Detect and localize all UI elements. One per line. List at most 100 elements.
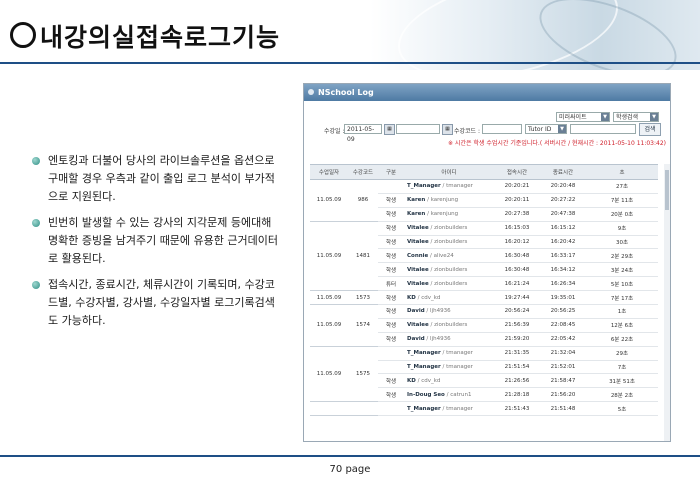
user-login: tmanager bbox=[446, 364, 473, 371]
start-time-cell: 16:20:12 bbox=[494, 235, 540, 250]
code-cell: 986 bbox=[348, 179, 378, 222]
calendar-icon[interactable]: ▦ bbox=[442, 124, 453, 135]
bullet-icon bbox=[32, 219, 40, 227]
code-cell: 1574 bbox=[348, 304, 378, 347]
window-titlebar: NSchool Log bbox=[304, 84, 670, 101]
end-time-cell: 21:56:20 bbox=[540, 387, 586, 403]
date-cell: 11.05.09 bbox=[310, 179, 348, 222]
start-time-cell: 21:31:35 bbox=[494, 346, 540, 361]
search-input[interactable] bbox=[570, 124, 636, 134]
duration-cell: 7분 11초 bbox=[586, 193, 658, 208]
tutor-select[interactable]: Tutor ID ▼ bbox=[525, 124, 567, 134]
end-time-cell: 16:26:34 bbox=[540, 276, 586, 292]
end-time-cell: 22:05:42 bbox=[540, 332, 586, 347]
table-row[interactable]: T_Manager / tmanager 21:51:43 21:51:48 5초 bbox=[310, 401, 658, 417]
start-time-cell: 20:20:11 bbox=[494, 193, 540, 208]
type-cell: 학생 bbox=[378, 304, 404, 319]
filter-toolbar: 미러싸이트 ▼ 학생검색 ▼ 수강일 : 2011-05-09 ▦ ▦ 수강코드 :… bbox=[304, 101, 670, 147]
end-time-cell: 20:56:25 bbox=[540, 304, 586, 319]
code-cell: 1575 bbox=[348, 346, 378, 403]
user-id-cell: Vitalee / zionbuilders bbox=[404, 235, 494, 250]
code-input[interactable] bbox=[482, 124, 522, 134]
user-name: Vitalee bbox=[407, 225, 429, 232]
app-logo-icon bbox=[308, 89, 314, 95]
date-cell: 11.05.09 bbox=[310, 304, 348, 347]
table-row[interactable]: 11.05.09 1575 T_Manager / tmanager 21:31:35… bbox=[310, 346, 658, 403]
user-login: catrun1 bbox=[450, 391, 472, 398]
start-time-cell: 21:28:18 bbox=[494, 387, 540, 403]
bullet-item: 엔토킹과 더불어 당사의 라이브솔루션을 옵션으로 구매할 경우 우측과 같이 … bbox=[32, 152, 282, 206]
footer-divider bbox=[0, 455, 700, 457]
user-name: T_Manager bbox=[407, 350, 441, 357]
table-row[interactable]: 11.05.09 1481 학생 Vitalee / zionbuilders 16:1… bbox=[310, 221, 658, 292]
bullet-icon bbox=[32, 281, 40, 289]
user-name: Karen bbox=[407, 211, 426, 218]
user-id-cell: David / ljh4936 bbox=[404, 304, 494, 319]
user-id-cell: David / ljh4936 bbox=[404, 332, 494, 347]
user-id-cell: T_Manager / tmanager bbox=[404, 360, 494, 375]
date-from-input[interactable]: 2011-05-09 bbox=[344, 124, 382, 143]
duration-cell: 7분 17초 bbox=[586, 290, 658, 306]
time-notice: ※ 시간은 학생 수업시간 기준입니다.( 서버시간 / 현재시간 : 2011… bbox=[448, 140, 666, 147]
bullet-icon bbox=[32, 157, 40, 165]
bullet-item: 빈번히 발생할 수 있는 강사의 지각문제 등에대해 명확한 증빙을 남겨주기 … bbox=[32, 214, 282, 268]
column-header[interactable]: 수업일자 bbox=[310, 164, 348, 180]
end-time-cell: 22:08:45 bbox=[540, 318, 586, 333]
user-id-cell: KD / cdv_kd bbox=[404, 290, 494, 306]
start-time-cell: 21:51:43 bbox=[494, 401, 540, 417]
duration-cell: 12분 6초 bbox=[586, 318, 658, 333]
user-login: karenjung bbox=[430, 211, 459, 218]
user-name: In-Doug Seo bbox=[407, 391, 445, 398]
start-time-cell: 16:15:03 bbox=[494, 221, 540, 236]
end-time-cell: 16:34:12 bbox=[540, 262, 586, 278]
user-login: ljh4936 bbox=[430, 308, 451, 315]
column-header[interactable]: 구분 bbox=[378, 164, 404, 180]
column-header[interactable]: 아이디 bbox=[404, 164, 494, 180]
user-id-cell: KD / cdv_kd bbox=[404, 373, 494, 389]
column-header[interactable]: 수강코드 bbox=[348, 164, 378, 180]
column-header[interactable]: 초 bbox=[586, 164, 658, 180]
duration-cell: 6분 22초 bbox=[586, 332, 658, 347]
user-name: Karen bbox=[407, 197, 426, 204]
search-type-select[interactable]: 학생검색 ▼ bbox=[613, 112, 659, 122]
scrollbar[interactable] bbox=[664, 164, 670, 441]
scrollbar-thumb[interactable] bbox=[665, 170, 669, 210]
user-login: cdv_kd bbox=[421, 377, 441, 384]
table-row[interactable]: 11.05.09 1573 학생 KD / cdv_kd 19:27:44 19:35:0… bbox=[310, 290, 658, 306]
chevron-down-icon: ▼ bbox=[558, 125, 566, 133]
calendar-icon[interactable]: ▦ bbox=[384, 124, 395, 135]
type-cell: 학생 bbox=[378, 290, 404, 306]
end-time-cell: 21:58:47 bbox=[540, 373, 586, 389]
type-cell: 학생 bbox=[378, 318, 404, 333]
date-cell: 11.05.09 bbox=[310, 221, 348, 292]
user-id-cell: T_Manager / tmanager bbox=[404, 179, 494, 194]
search-button[interactable]: 검색 bbox=[639, 123, 661, 136]
user-login: karenjung bbox=[430, 197, 459, 204]
window-title: NSchool Log bbox=[318, 88, 374, 97]
user-name: T_Manager bbox=[407, 364, 441, 371]
user-login: zionbuilders bbox=[434, 225, 468, 232]
column-header[interactable]: 접속시간 bbox=[494, 164, 540, 180]
bullet-list: 엔토킹과 더불어 당사의 라이브솔루션을 옵션으로 구매할 경우 우측과 같이 … bbox=[32, 152, 282, 338]
title-divider bbox=[0, 62, 700, 64]
column-header[interactable]: 종료시간 bbox=[540, 164, 586, 180]
duration-cell: 30초 bbox=[586, 235, 658, 250]
user-name: KD bbox=[407, 294, 416, 301]
date-to-input[interactable] bbox=[396, 124, 440, 134]
end-time-cell: 21:32:04 bbox=[540, 346, 586, 361]
type-cell: 학생 bbox=[378, 248, 404, 264]
type-cell: 학생 bbox=[378, 221, 404, 236]
site-select[interactable]: 미러싸이트 ▼ bbox=[556, 112, 610, 122]
user-login: zionbuilders bbox=[434, 239, 468, 245]
type-cell bbox=[378, 346, 404, 361]
duration-cell: 1초 bbox=[586, 304, 658, 319]
end-time-cell: 19:35:01 bbox=[540, 290, 586, 306]
table-row[interactable]: 11.05.09 986 T_Manager / tmanager 20:20:21 2… bbox=[310, 179, 658, 222]
type-cell bbox=[378, 360, 404, 375]
start-time-cell: 21:26:56 bbox=[494, 373, 540, 389]
end-time-cell: 16:33:17 bbox=[540, 248, 586, 264]
user-login: ljh4936 bbox=[430, 336, 451, 343]
table-row[interactable]: 11.05.09 1574 학생 David / ljh4936 20:56:24 20:… bbox=[310, 304, 658, 347]
end-time-cell: 20:20:48 bbox=[540, 179, 586, 194]
type-cell: 학생 bbox=[378, 207, 404, 222]
